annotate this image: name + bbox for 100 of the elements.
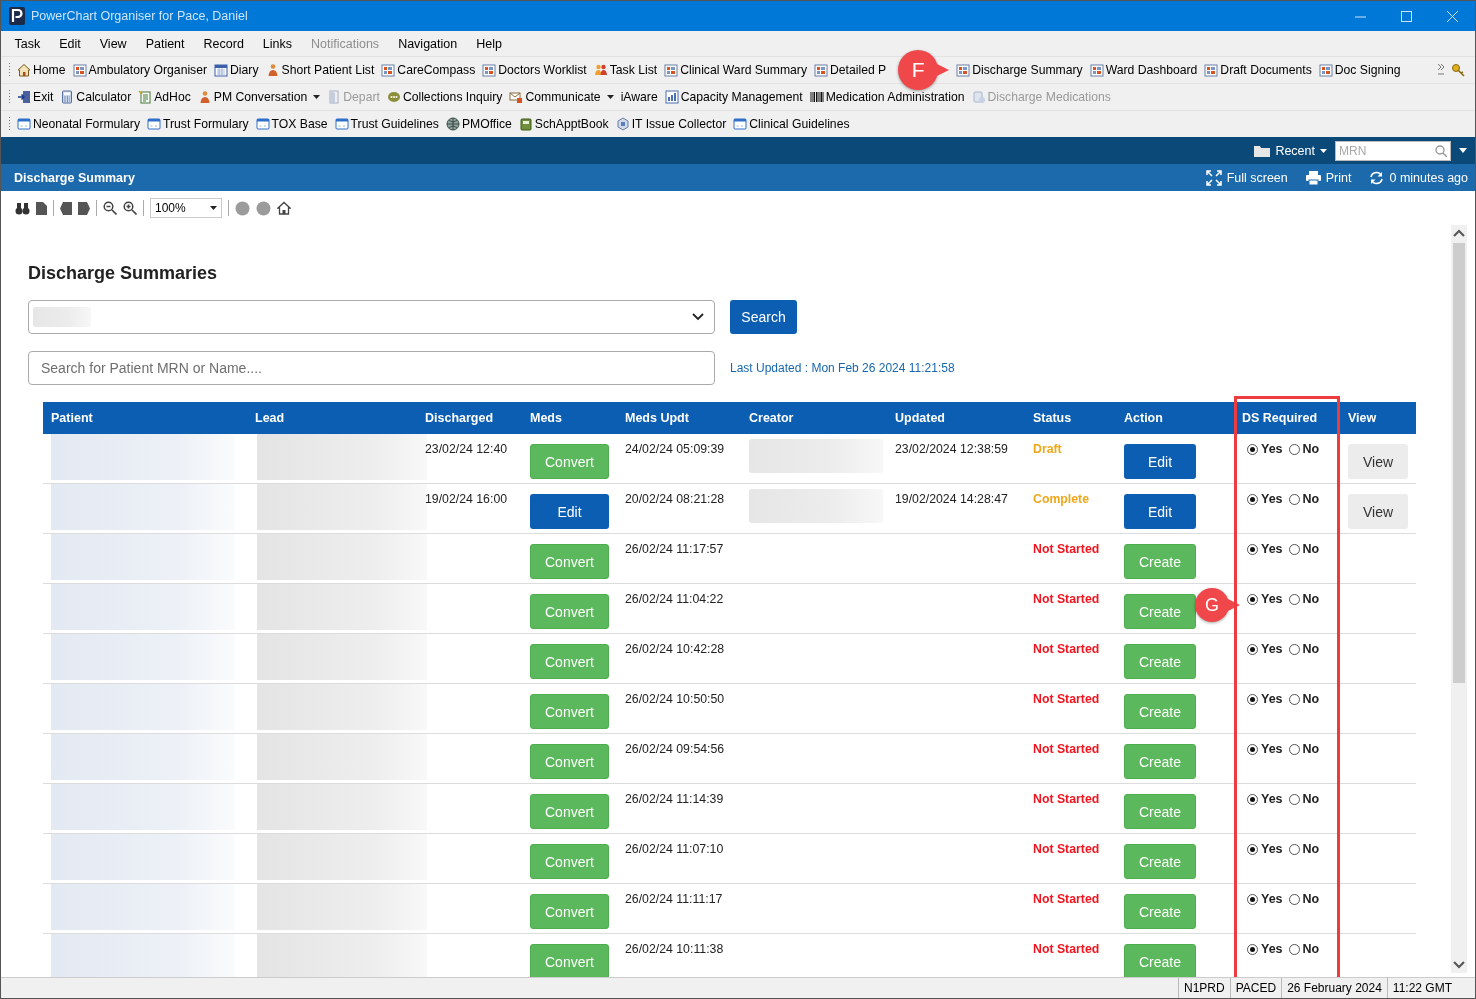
circle-icon[interactable] (256, 200, 271, 216)
scrollbar[interactable] (1451, 225, 1467, 973)
radio-button[interactable]: No (1288, 892, 1320, 906)
action-button[interactable]: Edit (1124, 494, 1196, 529)
toolbar-button[interactable]: Detailed P (811, 63, 891, 77)
toolbar-button[interactable]: Calculator (57, 90, 136, 104)
calculator-icon (60, 90, 75, 104)
radio-button[interactable]: No (1288, 442, 1320, 456)
column-header: Patient (50, 411, 94, 425)
radio-button[interactable]: Yes (1247, 942, 1283, 956)
circle-icon[interactable] (235, 200, 250, 216)
menu-item[interactable]: View (90, 36, 137, 51)
radio-button[interactable]: No (1288, 542, 1320, 556)
patient-search-field[interactable]: Search for Patient MRN or Name.... (28, 351, 715, 385)
radio-button[interactable]: No (1288, 842, 1320, 856)
grid-icon (482, 63, 497, 77)
toolbar-button[interactable]: PM Conversation (194, 90, 325, 104)
radio-button[interactable]: No (1288, 792, 1320, 806)
toolbar-button[interactable]: Trust Guidelines (331, 117, 443, 131)
table-cell: 26/02/24 11:11:17 (625, 892, 723, 906)
radio-button[interactable]: Yes (1247, 692, 1283, 706)
patient-list-dropdown[interactable] (28, 300, 715, 334)
search-button[interactable]: Search (730, 300, 797, 334)
radio-button[interactable]: Yes (1247, 842, 1283, 856)
toolbar-button[interactable]: Medication Administration (806, 90, 969, 104)
meds-button[interactable]: Edit (530, 494, 609, 529)
action-button[interactable]: Edit (1124, 444, 1196, 479)
toolbar-button[interactable]: Task List (590, 63, 662, 77)
recent-menu[interactable]: Recent (1254, 143, 1335, 158)
previous-page-icon[interactable] (60, 201, 72, 215)
toolbar-button[interactable]: AdHoc (135, 90, 195, 104)
radio-button[interactable]: Yes (1247, 792, 1283, 806)
toolbar-button[interactable]: Communicate (506, 90, 618, 104)
menu-item[interactable]: Patient (136, 36, 195, 51)
radio-button[interactable]: Yes (1247, 892, 1283, 906)
page-icon[interactable] (36, 201, 47, 215)
exit-door-icon (17, 90, 31, 104)
toolbar-button[interactable]: Doctors Worklist (479, 63, 591, 77)
radio-button[interactable]: No (1288, 492, 1320, 506)
toolbar-button[interactable]: Short Patient List (262, 63, 379, 77)
radio-button[interactable]: No (1288, 942, 1320, 956)
status-bar-item: 26 February 2024 (1281, 978, 1387, 998)
radio-button[interactable]: No (1288, 692, 1320, 706)
radio-button[interactable]: Yes (1247, 492, 1283, 506)
radio-button[interactable]: Yes (1247, 742, 1283, 756)
header-action[interactable]: Print (1305, 170, 1352, 185)
refresh-icon (1369, 170, 1385, 185)
print-icon (1305, 170, 1321, 185)
menu-item[interactable]: Navigation (388, 36, 467, 51)
toolbar-button[interactable]: Exit (14, 90, 58, 104)
view-button[interactable]: View (1348, 444, 1408, 479)
toolbar-button[interactable]: CareCompass (378, 63, 480, 77)
radio-button[interactable]: No (1288, 742, 1320, 756)
toolbar-button[interactable]: TOX Base (252, 117, 332, 131)
toolbar-button[interactable]: Draft Documents (1201, 63, 1316, 77)
browser-window-icon (17, 117, 31, 131)
toolbar-button[interactable]: Diary (211, 63, 263, 77)
toolbar-button[interactable]: Home (14, 63, 70, 77)
menu-item[interactable]: Task (5, 36, 50, 51)
toolbar-button[interactable]: Trust Formulary (144, 117, 253, 131)
zoom-in-icon[interactable] (123, 201, 137, 215)
toolbar-button[interactable]: Ambulatory Organiser (69, 63, 212, 77)
table-cell: 26/02/24 10:50:50 (625, 692, 725, 706)
zoom-out-icon[interactable] (103, 201, 117, 215)
radio-button[interactable]: No (1288, 592, 1320, 606)
caret-icon[interactable] (1459, 148, 1467, 153)
header-action[interactable]: 0 minutes ago (1369, 170, 1468, 185)
browser-window-icon (147, 117, 162, 131)
header-action[interactable]: Full screen (1205, 169, 1288, 186)
zoom-select[interactable]: 100% (150, 198, 222, 218)
mrn-search-field[interactable]: MRN (1335, 140, 1451, 161)
toolbar-button[interactable]: Neonatal Formulary (14, 117, 145, 131)
toolbar-button[interactable]: PMOffice (442, 117, 516, 131)
toolbar-button[interactable]: SchApptBook (515, 117, 613, 131)
radio-button[interactable]: Yes (1247, 642, 1283, 656)
toolbar-button[interactable]: Clinical Ward Summary (661, 63, 811, 77)
toolbar-button[interactable]: Collections Inquiry (383, 90, 507, 104)
next-page-icon[interactable] (78, 201, 90, 215)
toolbar-button[interactable]: Doc Signing (1315, 63, 1405, 77)
radio-button[interactable]: No (1288, 642, 1320, 656)
app-logo-icon (9, 7, 25, 25)
toolbar-button[interactable]: Discharge Summary (953, 63, 1087, 77)
radio-button[interactable]: Yes (1247, 542, 1283, 556)
menu-item[interactable]: Help (466, 36, 512, 51)
binoculars-icon[interactable] (15, 201, 30, 215)
table-cell: 26/02/24 11:07:10 (625, 842, 724, 856)
view-button[interactable]: View (1348, 494, 1408, 529)
radio-button[interactable]: Yes (1247, 442, 1283, 456)
menu-item[interactable]: Record (194, 36, 254, 51)
toolbar-button[interactable]: Capacity Management (661, 90, 807, 104)
toolbar-button[interactable]: IT Issue Collector (612, 117, 731, 131)
menu-item[interactable]: Edit (49, 36, 91, 51)
radio-button[interactable]: Yes (1247, 592, 1283, 606)
overflow-chevron-icon[interactable] (1437, 62, 1445, 78)
toolbar-button[interactable]: iAware (617, 90, 662, 104)
key-icon[interactable] (1451, 63, 1467, 77)
toolbar-button[interactable]: Clinical Guidelines (730, 117, 854, 131)
home-icon[interactable] (277, 201, 291, 215)
menu-item[interactable]: Links (253, 36, 302, 51)
toolbar-button[interactable]: Ward Dashboard (1086, 63, 1202, 77)
